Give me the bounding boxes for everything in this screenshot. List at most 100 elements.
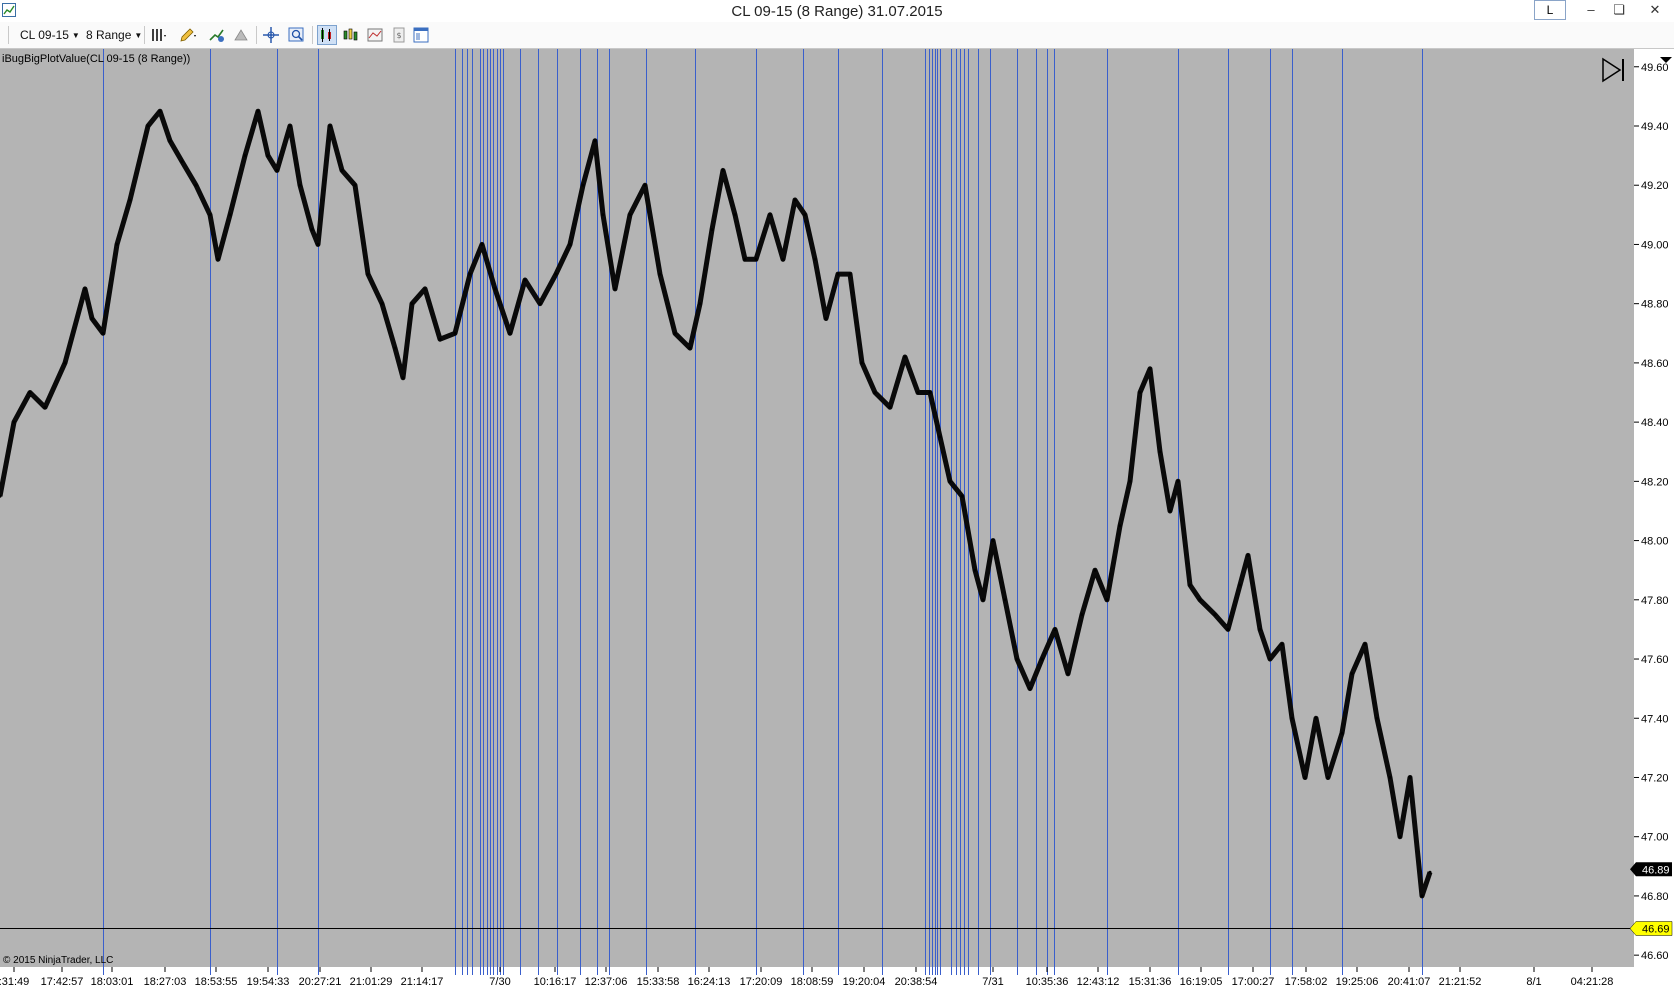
toolbar-separator [312,26,313,44]
price-point [393,346,397,350]
x-tick-label: 20:38:54 [895,976,938,988]
x-tick-label: 19:20:04 [843,976,886,988]
bar-style-icon[interactable] [150,26,168,44]
x-tick-label: 8/1 [1526,976,1541,988]
price-point [1258,627,1262,631]
price-point [733,213,737,217]
chart-trader-icon[interactable] [342,26,360,44]
indicator-plus-icon[interactable] [208,26,226,44]
copyright-text: © 2015 NinjaTrader, LLC [3,955,114,966]
strategy-icon[interactable] [232,26,250,44]
price-point [298,183,302,187]
close-button[interactable]: ✕ [1640,0,1670,20]
price-point [83,287,87,291]
price-point [1015,657,1019,661]
x-tick-label: 12:37:06 [585,976,628,988]
x-tick-label: 7/30 [489,976,510,988]
price-point [793,198,797,202]
price-point [438,337,442,341]
price-point [1375,716,1379,720]
price-point [256,109,260,113]
data-box-icon[interactable] [317,25,337,45]
link-button[interactable]: L [1534,0,1566,20]
price-point [158,109,162,113]
price-point [275,168,279,172]
y-tick-label: 49.60 [1641,62,1669,74]
price-chart[interactable]: 49.60 49.40 49.20 49.00 48.80 48.60 48.40 48.20… [0,49,1674,995]
x-tick-label: 19:54:33 [247,976,290,988]
x-tick-label: 18:27:03 [144,976,187,988]
price-point [1040,657,1044,661]
price-point [401,376,405,380]
crosshair-icon[interactable] [262,26,280,44]
y-tick-label: 48.80 [1641,299,1669,311]
price-point [781,257,785,261]
period-label: 8 Range [86,28,132,42]
x-tick-label: 18:53:55 [195,976,238,988]
price-point [423,287,427,291]
chevron-down-icon: ▼ [71,30,80,40]
y-tick-label: 48.20 [1641,476,1669,488]
price-point [453,331,457,335]
minimize-button[interactable]: – [1576,0,1606,20]
price-point [991,539,995,543]
zoom-icon[interactable] [288,26,306,44]
y-tick-label: 46.60 [1641,950,1669,962]
price-point [1188,583,1192,587]
x-tick-label: 15:31:36 [1129,976,1172,988]
price-point [28,391,32,394]
price-point [1268,657,1272,661]
y-tick-label: 48.40 [1641,417,1669,429]
price-point [743,257,747,261]
print-icon[interactable]: $ [390,26,408,44]
instrument-selector[interactable]: CL 09-15 ▼ [20,27,80,43]
svg-text:$: $ [396,31,401,40]
y-tick-label: 49.20 [1641,180,1669,192]
price-point [1246,553,1250,557]
properties-icon[interactable] [366,26,384,44]
x-tick-label: 10:16:17 [534,976,577,988]
price-point [1290,716,1294,720]
y-tick-label: 49.00 [1641,239,1669,251]
price-point [928,391,932,394]
price-point [1408,776,1412,779]
price-point [613,287,617,291]
restore-button[interactable]: ❏ [1604,0,1634,20]
x-tick-label: 17:20:09 [740,976,783,988]
x-tick-label: 12:43:12 [1077,976,1120,988]
chart-canvas[interactable]: 49.60 49.40 49.20 49.00 48.80 48.60 48.40 48.20… [0,49,1674,995]
y-tick-label: 47.60 [1641,654,1669,666]
price-point [146,124,150,128]
y-tick-label: 47.00 [1641,832,1669,844]
price-point [1340,731,1344,735]
price-point [1053,627,1057,631]
price-point [508,331,512,335]
price-point [340,168,344,172]
price-point [480,242,484,246]
price-point [1118,524,1122,528]
price-point [101,331,105,335]
price-point [1148,367,1152,371]
price-point [754,257,758,261]
price-point [981,598,985,602]
price-point [803,213,807,217]
price-point [12,420,16,424]
price-point [115,242,119,246]
price-point [710,228,714,232]
x-tick-label: 20:41:07 [1388,976,1431,988]
price-point [948,479,952,483]
price-point [873,391,877,394]
price-point [658,272,662,276]
price-point [643,183,647,187]
price-point [1226,627,1230,631]
draw-pencil-icon[interactable] [178,26,196,44]
chevron-down-icon: ▼ [134,30,143,40]
instrument-label: CL 09-15 [20,28,69,42]
layout-icon[interactable] [412,26,430,44]
x-tick-label: :31:49 [0,976,29,988]
plot-area [0,49,1634,967]
period-selector[interactable]: 8 Range ▼ [86,27,142,43]
price-point [1080,613,1084,617]
price-point [721,168,725,172]
x-tick-label: 17:58:02 [1285,976,1328,988]
